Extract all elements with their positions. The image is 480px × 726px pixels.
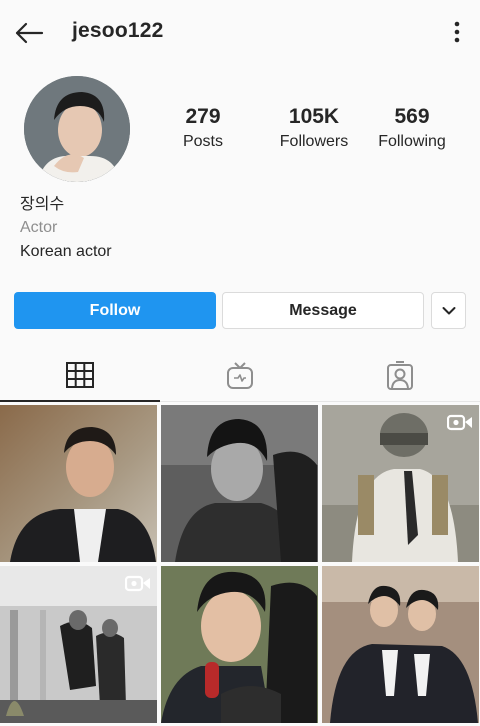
following-count: 569: [394, 105, 430, 128]
profile-bio: 장의수 Actor Korean actor: [20, 194, 460, 264]
profile-category: Actor: [20, 219, 58, 236]
profile-bio-text: Korean actor: [20, 243, 112, 260]
post-image: [322, 566, 479, 723]
post-image: [161, 566, 318, 723]
stat-following[interactable]: 569 Following: [372, 104, 452, 154]
post-thumbnail[interactable]: [0, 566, 157, 723]
tab-tagged[interactable]: [320, 350, 480, 402]
profile-stats: 279 Posts 105K Followers 569 Following: [160, 104, 470, 164]
post-image: [0, 405, 157, 562]
video-icon: [124, 574, 151, 597]
post-image: [161, 405, 318, 562]
post-thumbnail[interactable]: [0, 405, 157, 562]
profile-username: jesoo122: [72, 19, 164, 42]
profile-full-name: 장의수: [20, 196, 65, 213]
following-label: Following: [378, 133, 446, 150]
profile-tabs: [0, 350, 480, 402]
posts-label: Posts: [182, 133, 223, 150]
avatar-image: [24, 76, 130, 182]
more-options-button[interactable]: [446, 18, 468, 46]
post-thumbnail[interactable]: [161, 405, 318, 562]
top-bar: jesoo122: [0, 0, 480, 64]
vertical-ellipsis-icon: [454, 21, 460, 43]
suggested-accounts-button[interactable]: [431, 292, 466, 329]
profile-avatar[interactable]: [24, 76, 130, 182]
post-thumbnail[interactable]: [322, 566, 479, 723]
profile-screen: jesoo122 279 Posts 105K Followers 569 Fo…: [0, 0, 480, 726]
followers-count: 105K: [288, 105, 340, 128]
stat-followers[interactable]: 105K Followers: [264, 104, 364, 154]
tab-grid[interactable]: [0, 350, 160, 402]
followers-label: Followers: [279, 133, 349, 150]
post-thumbnail[interactable]: [322, 405, 479, 562]
tab-igtv[interactable]: [160, 350, 320, 402]
tagged-user-icon: [387, 361, 413, 390]
message-button[interactable]: Message: [222, 292, 424, 329]
posts-count: 279: [185, 105, 221, 128]
follow-button[interactable]: Follow: [14, 292, 216, 329]
stat-posts[interactable]: 279 Posts: [166, 104, 240, 154]
back-button[interactable]: [12, 16, 46, 50]
grid-icon: [66, 362, 94, 388]
posts-grid: [0, 405, 480, 726]
chevron-down-icon: [442, 306, 455, 314]
arrow-left-icon: [15, 22, 44, 44]
post-thumbnail[interactable]: [161, 566, 318, 723]
video-icon: [446, 413, 473, 436]
igtv-icon: [227, 362, 253, 389]
